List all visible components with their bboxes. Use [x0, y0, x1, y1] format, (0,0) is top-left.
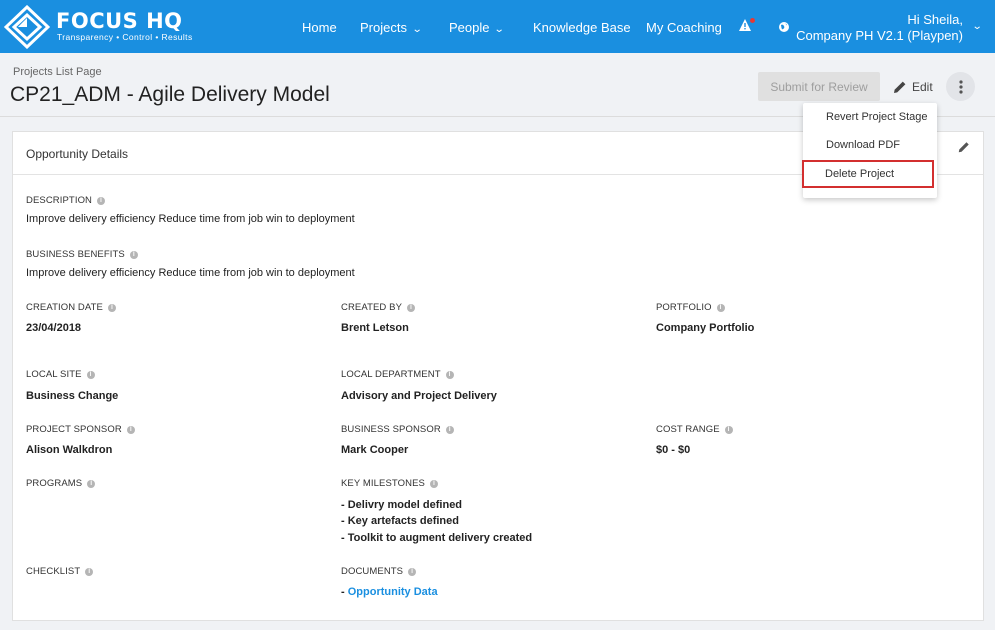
nav-my-coaching[interactable]: My Coaching [646, 0, 722, 53]
info-icon[interactable]: i [97, 196, 106, 205]
documents-label-text: DOCUMENTS [341, 566, 404, 577]
chevron-down-icon: ⌄ [411, 24, 423, 35]
info-icon[interactable]: i [86, 370, 95, 379]
pencil-icon[interactable] [957, 140, 971, 154]
info-icon[interactable]: i [407, 303, 416, 312]
business-sponsor-label-text: BUSINESS SPONSOR [341, 424, 441, 435]
programs-label-text: PROGRAMS [26, 478, 83, 489]
local-department-value: Advisory and Project Delivery [341, 390, 497, 402]
document-item: - Opportunity Data [341, 586, 438, 598]
info-icon[interactable]: i [445, 370, 454, 379]
programs-label: PROGRAMS i [26, 478, 96, 489]
document-prefix: - [341, 586, 348, 598]
description-value: Improve delivery efficiency Reduce time … [26, 213, 355, 225]
info-icon[interactable]: i [87, 479, 96, 488]
local-department-label: LOCAL DEPARTMENT i [341, 369, 454, 380]
local-site-label-text: LOCAL SITE [26, 369, 82, 380]
milestone-item: - Key artefacts defined [341, 515, 459, 527]
opportunity-details-card: Opportunity Details DESCRIPTION i Improve… [12, 131, 984, 621]
key-milestones-label: KEY MILESTONES i [341, 478, 438, 489]
cost-range-label: COST RANGE i [656, 424, 733, 435]
business-benefits-label-text: BUSINESS BENEFITS [26, 249, 125, 260]
nav-home[interactable]: Home [302, 0, 337, 53]
local-department-label-text: LOCAL DEPARTMENT [341, 369, 441, 380]
brand-logo[interactable]: FOCUS HQ Transparency • Control • Result… [0, 0, 210, 53]
portfolio-label-text: PORTFOLIO [656, 302, 712, 313]
local-site-label: LOCAL SITE i [26, 369, 95, 380]
nav-knowledge-base[interactable]: Knowledge Base [533, 0, 631, 53]
business-benefits-label: BUSINESS BENEFITS i [26, 249, 138, 260]
created-by-value: Brent Letson [341, 322, 409, 334]
user-greeting: Hi Sheila, [907, 12, 963, 27]
notification-dot [750, 18, 755, 23]
cost-range-value: $0 - $0 [656, 444, 691, 456]
description-label-text: DESCRIPTION [26, 195, 93, 206]
menu-item-revert-project-stage[interactable]: Revert Project Stage [803, 103, 937, 131]
breadcrumb[interactable]: Projects List Page [13, 66, 102, 78]
opportunity-data-link[interactable]: Opportunity Data [348, 586, 438, 598]
cost-range-label-text: COST RANGE [656, 424, 720, 435]
focus-logo-icon [4, 5, 50, 49]
menu-item-delete-project[interactable]: Delete Project [802, 160, 934, 188]
more-options-button[interactable] [946, 72, 975, 101]
top-navbar: FOCUS HQ Transparency • Control • Result… [0, 0, 995, 53]
created-by-label-text: CREATED BY [341, 302, 403, 313]
globe-icon[interactable] [778, 21, 790, 33]
info-icon[interactable]: i [85, 567, 94, 576]
submit-for-review-button[interactable]: Submit for Review [758, 72, 880, 101]
documents-label: DOCUMENTS i [341, 566, 417, 577]
info-icon[interactable]: i [429, 479, 438, 488]
info-icon[interactable]: i [445, 425, 454, 434]
nav-projects[interactable]: Projects ⌄ [360, 0, 423, 53]
pencil-icon [894, 81, 906, 93]
project-sponsor-label: PROJECT SPONSOR i [26, 424, 135, 435]
portfolio-label: PORTFOLIO i [656, 302, 725, 313]
user-company: Company PH V2.1 (Playpen) [796, 28, 963, 43]
creation-date-value: 23/04/2018 [26, 322, 82, 334]
info-icon[interactable]: i [107, 303, 116, 312]
nav-projects-label: Projects [360, 20, 407, 35]
nav-people-label: People [449, 20, 490, 35]
business-sponsor-value: Mark Cooper [341, 444, 409, 456]
card-title: Opportunity Details [26, 147, 129, 161]
creation-date-label-text: CREATION DATE [26, 302, 103, 313]
creation-date-label: CREATION DATE i [26, 302, 116, 313]
info-icon[interactable]: i [716, 303, 725, 312]
business-sponsor-label: BUSINESS SPONSOR i [341, 424, 454, 435]
business-benefits-value: Improve delivery efficiency Reduce time … [26, 267, 355, 279]
edit-button[interactable]: Edit [892, 77, 933, 97]
created-by-label: CREATED BY i [341, 302, 416, 313]
local-site-value: Business Change [26, 390, 119, 402]
brand-title: FOCUS HQ [56, 9, 183, 33]
milestone-item: - Toolkit to augment delivery created [341, 532, 533, 544]
chevron-down-icon[interactable]: ⌄ [971, 21, 982, 32]
info-icon[interactable]: i [724, 425, 733, 434]
page-title: CP21_ADM - Agile Delivery Model [10, 83, 330, 106]
portfolio-value: Company Portfolio [656, 322, 755, 334]
project-sponsor-label-text: PROJECT SPONSOR [26, 424, 122, 435]
info-icon[interactable]: i [408, 567, 417, 576]
info-icon[interactable]: i [126, 425, 135, 434]
nav-knowledge-base-label: Knowledge Base [533, 20, 631, 35]
nav-home-label: Home [302, 20, 337, 35]
user-menu[interactable]: Hi Sheila, Company PH V2.1 (Playpen) [796, 12, 963, 44]
menu-item-download-pdf[interactable]: Download PDF [803, 131, 937, 159]
edit-button-label: Edit [912, 80, 933, 94]
checklist-label-text: CHECKLIST [26, 566, 81, 577]
nav-my-coaching-label: My Coaching [646, 20, 722, 35]
project-sponsor-value: Alison Walkdron [26, 444, 113, 456]
checklist-label: CHECKLIST i [26, 566, 94, 577]
description-label: DESCRIPTION i [26, 195, 106, 206]
milestone-item: - Delivry model defined [341, 499, 463, 511]
chevron-down-icon: ⌄ [494, 24, 506, 35]
more-vertical-icon [958, 79, 963, 94]
key-milestones-label-text: KEY MILESTONES [341, 478, 425, 489]
info-icon[interactable]: i [129, 250, 138, 259]
more-options-menu: Revert Project Stage Download PDF Delete… [802, 103, 937, 198]
brand-tagline: Transparency • Control • Results [57, 32, 193, 42]
nav-people[interactable]: People ⌄ [449, 0, 505, 53]
